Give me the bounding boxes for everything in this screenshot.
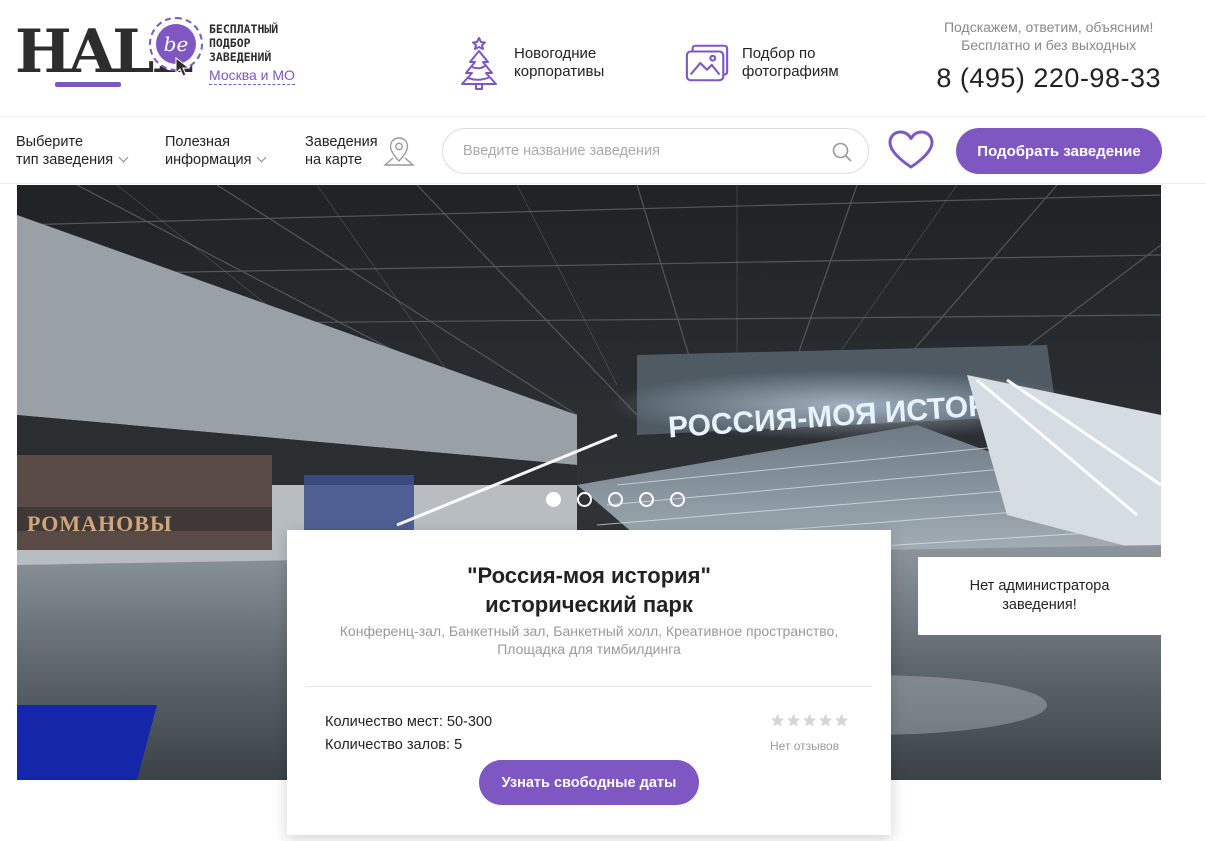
venue-title: "Россия-моя история" исторический парк — [287, 561, 891, 619]
seats-value: 50-300 — [446, 714, 493, 730]
promo-new-year-parties[interactable]: Новогодние корпоративы — [456, 36, 604, 90]
photo-gallery-icon — [684, 36, 730, 90]
chevron-down-icon — [257, 152, 267, 163]
tagline-line-1: БЕСПЛАТНЫЙ — [209, 22, 279, 36]
tagline-line-2: ПОДБОР — [209, 36, 251, 50]
halls-value: 5 — [454, 737, 463, 753]
no-admin-notice: Нет администратора заведения! — [918, 557, 1161, 635]
venue-categories: Конференц-зал, Банкетный зал, Банкетный … — [339, 623, 839, 657]
cursor-icon — [175, 57, 191, 77]
phone-number[interactable]: 8 (495) 220-98-33 — [936, 60, 1161, 96]
search-input[interactable] — [443, 129, 868, 173]
main-nav: Выберите тип заведения Полезная информац… — [0, 118, 1206, 184]
favorites-heart-icon[interactable] — [887, 130, 935, 170]
useful-info-line-1: Полезная — [165, 134, 230, 150]
mural-label: РОМАНОВЫ — [27, 511, 173, 536]
tagline-line-3: ЗАВЕДЕНИЙ — [209, 50, 272, 64]
contact-block: Подскажем, ответим, объясним! Бесплатно … — [936, 18, 1161, 96]
slider-dot-4[interactable] — [638, 492, 654, 507]
card-divider — [306, 686, 872, 687]
christmas-tree-icon — [456, 36, 502, 90]
map-link-line-1: Заведения — [305, 134, 378, 150]
search-box — [442, 128, 869, 174]
search-icon[interactable] — [832, 142, 852, 162]
promo-photo-selection[interactable]: Подбор по фотографиям — [684, 36, 839, 90]
promo-new-year-line-2: корпоративы — [514, 63, 605, 80]
contact-slogan: Подскажем, ответим, объясним! — [943, 19, 1154, 35]
map-link-line-2: на карте — [305, 152, 363, 168]
venues-on-map-link[interactable]: Заведения на карте — [305, 133, 416, 169]
promo-photo-line-2: фотографиям — [742, 63, 839, 80]
slider-dot-1[interactable] — [545, 492, 561, 507]
contact-schedule: Бесплатно и без выходных — [961, 37, 1137, 53]
star-icon — [786, 713, 801, 727]
useful-info-dropdown[interactable]: Полезная информация — [165, 133, 267, 169]
chevron-down-icon — [118, 152, 129, 163]
promo-photo-label: Подбор по фотографиям — [742, 45, 839, 81]
find-venue-button[interactable]: Подобрать заведение — [956, 128, 1162, 174]
venue-title-line-1: "Россия-моя история" — [467, 563, 711, 588]
slider-dot-3[interactable] — [607, 492, 623, 507]
logo-underline — [55, 82, 121, 87]
star-icon — [834, 713, 849, 727]
slider-dots — [17, 492, 1161, 507]
venue-type-line-1: Выберите — [16, 134, 84, 150]
top-header: HALL be БЕСПЛАТНЫЙ ПОДБОР ЗАВЕДЕНИЙ Моск… — [0, 0, 1206, 117]
venue-card: "Россия-моя история" исторический парк К… — [287, 530, 891, 835]
venue-type-line-2: тип заведения — [16, 152, 114, 168]
promo-new-year-line-1: Новогодние — [514, 45, 597, 62]
slider-dot-2[interactable] — [576, 492, 592, 507]
star-icon — [818, 713, 833, 727]
reviews-count: Нет отзывов — [770, 739, 840, 753]
logo-tagline: БЕСПЛАТНЫЙ ПОДБОР ЗАВЕДЕНИЙ — [209, 22, 309, 64]
seats-stat: Количество мест: 50-300 — [325, 713, 492, 731]
promo-photo-line-1: Подбор по — [742, 45, 816, 62]
city-selector[interactable]: Москва и МО — [209, 67, 295, 85]
check-available-dates-button[interactable]: Узнать свободные даты — [479, 760, 699, 805]
venue-title-line-2: исторический парк — [485, 592, 693, 617]
venue-type-dropdown[interactable]: Выберите тип заведения — [16, 133, 129, 169]
star-icon — [802, 713, 817, 727]
star-icon — [770, 713, 785, 727]
slider-dot-5[interactable] — [669, 492, 685, 507]
seats-label: Количество мест: — [325, 714, 443, 730]
rating-stars — [770, 713, 849, 727]
halls-stat: Количество залов: 5 — [325, 736, 462, 754]
hallbe-logo[interactable]: HALL be БЕСПЛАТНЫЙ ПОДБОР ЗАВЕДЕНИЙ Моск… — [15, 16, 305, 92]
halls-label: Количество залов: — [325, 737, 451, 753]
map-pin-icon — [382, 137, 415, 166]
promo-new-year-label: Новогодние корпоративы — [514, 45, 604, 81]
useful-info-line-2: информация — [165, 152, 252, 168]
